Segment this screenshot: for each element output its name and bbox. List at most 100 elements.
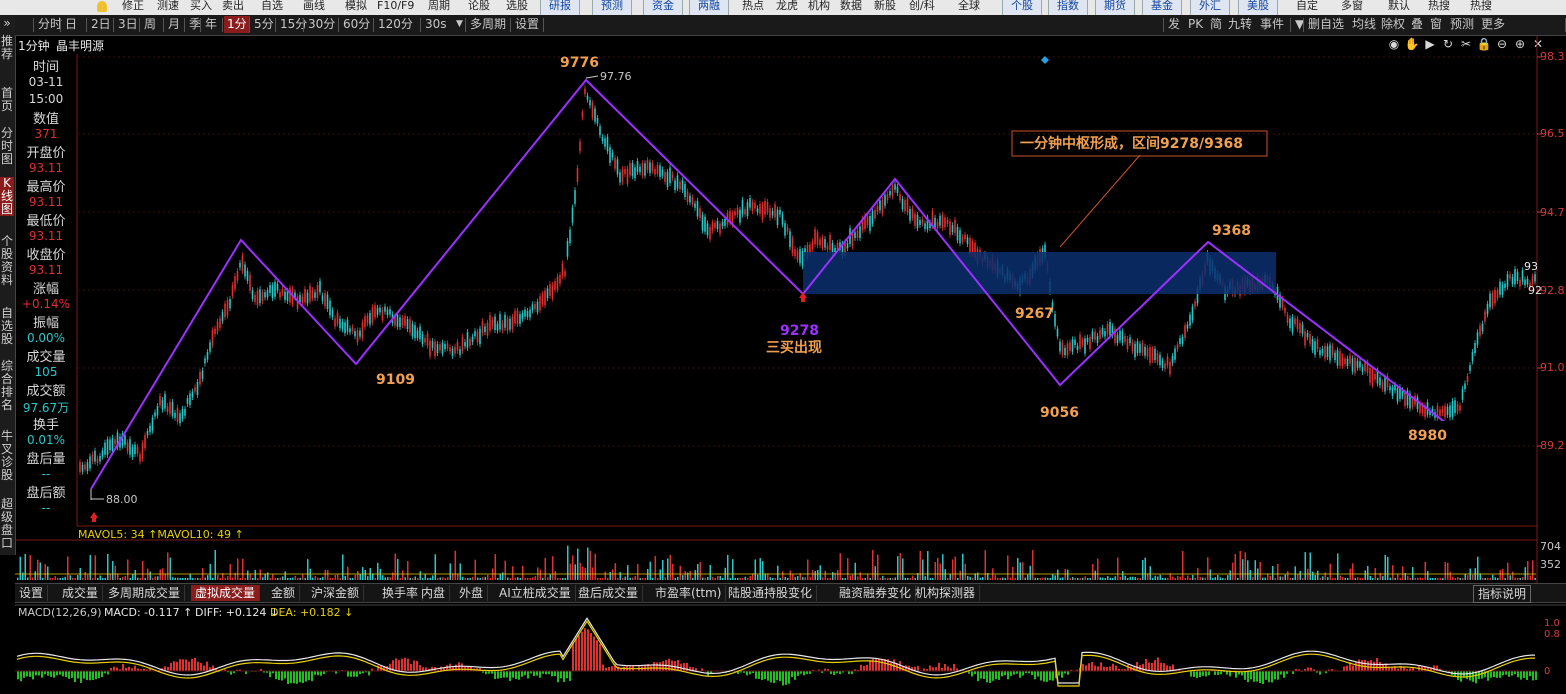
volume-bar <box>1087 577 1089 580</box>
volume-bar <box>1317 570 1319 580</box>
candle-body <box>641 163 644 176</box>
candle-body <box>1141 343 1144 354</box>
volume-bar <box>87 574 89 580</box>
indicator-tab[interactable]: 陆股通持股变化 <box>724 585 818 601</box>
volume-bar <box>297 577 299 580</box>
indicator-tab[interactable]: 虚拟成交量 <box>191 585 261 601</box>
volume-bar <box>349 577 351 580</box>
candle-body <box>1364 362 1366 372</box>
macd-bar <box>20 671 22 682</box>
volume-bar <box>1229 570 1231 580</box>
macd-bar <box>1502 671 1504 676</box>
macd-bar <box>92 671 94 681</box>
volume-bar <box>842 577 844 580</box>
volume-bar <box>1507 562 1509 580</box>
candle-body <box>566 241 569 257</box>
candle-body <box>164 393 166 409</box>
macd-bar <box>1352 665 1354 671</box>
volume-bar <box>907 577 909 580</box>
candle-body <box>656 164 659 174</box>
indicator-tab[interactable]: 盘后成交量 <box>574 585 644 601</box>
candle-body <box>1124 335 1126 342</box>
candle-body <box>96 458 99 463</box>
volume-bar <box>777 565 779 580</box>
volume-bar <box>269 577 271 580</box>
volume-bar <box>1132 576 1134 580</box>
macd-bar <box>932 667 934 671</box>
macd-bar <box>791 671 793 678</box>
candle-body <box>439 344 441 351</box>
candle-body <box>426 333 429 346</box>
candle-body <box>796 250 799 260</box>
volume-bar <box>589 550 591 580</box>
macd-bar <box>1034 671 1036 680</box>
volume-bar <box>607 577 609 580</box>
candle-body <box>166 406 169 413</box>
macd-bar <box>563 671 565 682</box>
volume-bar <box>334 575 336 580</box>
candle-body <box>1344 358 1346 364</box>
candle-body <box>1316 339 1319 350</box>
volume-bar <box>632 577 634 580</box>
volume-bar <box>1242 559 1244 580</box>
indicator-tab[interactable]: AI立桩成交量 <box>495 585 576 601</box>
volume-bar <box>739 577 741 580</box>
candle-body <box>766 201 769 213</box>
indicator-help-button[interactable]: 指标说明 <box>1473 585 1532 603</box>
macd-bar <box>764 671 766 680</box>
macd-bar <box>1355 662 1357 671</box>
macd-bar <box>416 660 418 671</box>
candle-body <box>84 464 86 470</box>
indicator-tab[interactable]: 外盘 <box>455 585 489 601</box>
candle-body <box>161 400 164 410</box>
volume-bar <box>402 570 404 580</box>
candle-body <box>1189 314 1191 326</box>
indicator-tab[interactable]: 多周期成交量 <box>104 585 186 601</box>
volume-bar <box>192 578 194 580</box>
volume-bar <box>824 570 826 580</box>
volume-bar <box>1219 577 1221 580</box>
volume-bar <box>604 571 606 580</box>
volume-bar <box>282 576 284 580</box>
volume-bar <box>174 577 176 580</box>
candle-body <box>689 195 691 203</box>
candle-body <box>79 461 81 472</box>
indicator-tab[interactable]: 内盘 <box>417 585 451 601</box>
volume-bar <box>769 577 771 580</box>
volume-bar <box>737 577 739 580</box>
indicator-tab[interactable]: 金额 <box>267 585 301 601</box>
candle-body <box>1161 360 1164 368</box>
indicator-tab[interactable]: 机构探测器 <box>911 585 981 601</box>
volume-bar <box>19 556 21 580</box>
volume-bar <box>1512 571 1514 580</box>
indicator-tab[interactable]: 沪深金额 <box>307 585 365 601</box>
volume-bar <box>829 577 831 580</box>
volume-bar <box>1144 557 1146 580</box>
candle-body <box>1194 301 1196 307</box>
volume-bar <box>1202 577 1204 580</box>
candle-body <box>786 227 789 232</box>
indicator-tab[interactable]: 融资融券变化 <box>835 585 917 601</box>
macd-bar <box>938 662 940 671</box>
candle-body <box>709 227 711 240</box>
volume-bar <box>1369 575 1371 580</box>
macd-bar <box>1115 665 1117 671</box>
volume-bar <box>519 577 521 580</box>
volume-bar <box>527 577 529 580</box>
indicator-tab[interactable]: 成交量 <box>58 585 104 601</box>
macd-bar <box>74 671 76 683</box>
volume-bar <box>882 575 884 580</box>
macd-bar <box>122 663 124 671</box>
candle-body <box>469 339 471 346</box>
macd-bar <box>869 660 871 671</box>
candle-body <box>276 283 279 291</box>
volume-bar <box>639 578 641 580</box>
candle-body <box>691 197 694 205</box>
volume-bar <box>104 578 106 580</box>
volume-bar <box>484 576 486 580</box>
volume-bar <box>652 577 654 580</box>
candle-body <box>1506 273 1509 287</box>
indicator-tab[interactable]: 市盈率(ttm) <box>651 585 727 601</box>
indicator-tab[interactable]: 设置 <box>15 585 49 601</box>
candle-body <box>359 330 361 337</box>
